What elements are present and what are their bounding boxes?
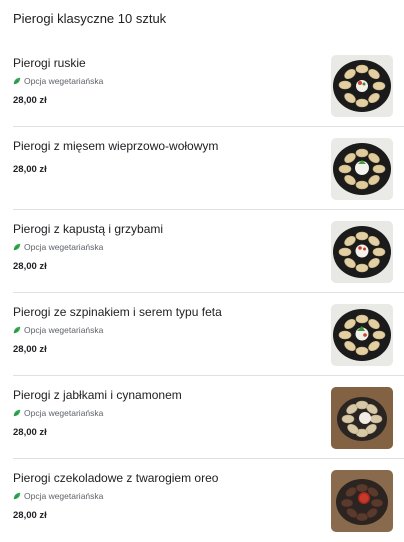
- leaf-icon: [13, 409, 21, 417]
- dumplings-plate-photo: [331, 304, 393, 366]
- vegetarian-badge: Opcja wegetariańska: [13, 325, 103, 335]
- item-name: Pierogi z jabłkami i cynamonem: [13, 388, 182, 402]
- item-name: Pierogi z kapustą i grzybami: [13, 222, 164, 236]
- vegetarian-label: Opcja wegetariańska: [24, 242, 104, 252]
- vegetarian-label: Opcja wegetariańska: [24, 408, 104, 418]
- vegetarian-label: Opcja wegetariańska: [24, 325, 104, 335]
- menu-list: Pierogi ruskie Opcja wegetariańska 28,00…: [0, 44, 404, 542]
- menu-item[interactable]: Pierogi z mięsem wieprzowo-wołowym 28,00…: [13, 127, 404, 210]
- item-price: 28,00 zł: [13, 344, 47, 355]
- menu-item[interactable]: Pierogi ruskie Opcja wegetariańska 28,00…: [13, 44, 404, 127]
- leaf-icon: [13, 77, 21, 85]
- menu-item[interactable]: Pierogi z jabłkami i cynamonem Opcja weg…: [13, 376, 404, 459]
- item-name: Pierogi czekoladowe z twarogiem oreo: [13, 471, 219, 485]
- vegetarian-badge: Opcja wegetariańska: [13, 242, 103, 252]
- leaf-icon: [13, 243, 21, 251]
- vegetarian-badge: Opcja wegetariańska: [13, 408, 103, 418]
- item-price: 28,00 zł: [13, 261, 47, 272]
- dumplings-plate-photo: [331, 221, 393, 283]
- item-price: 28,00 zł: [13, 95, 47, 106]
- item-price: 28,00 zł: [13, 164, 47, 175]
- vegetarian-badge: Opcja wegetariańska: [13, 76, 103, 86]
- section-title: Pierogi klasyczne 10 sztuk: [13, 11, 167, 26]
- dumplings-plate-photo: [331, 55, 393, 117]
- vegetarian-badge: Opcja wegetariańska: [13, 491, 103, 501]
- menu-item[interactable]: Pierogi czekoladowe z twarogiem oreo Opc…: [13, 459, 404, 542]
- leaf-icon: [13, 492, 21, 500]
- item-name: Pierogi ze szpinakiem i serem typu feta: [13, 305, 222, 319]
- menu-item[interactable]: Pierogi z kapustą i grzybami Opcja weget…: [13, 210, 404, 293]
- item-name: Pierogi z mięsem wieprzowo-wołowym: [13, 139, 219, 153]
- vegetarian-label: Opcja wegetariańska: [24, 76, 104, 86]
- vegetarian-label: Opcja wegetariańska: [24, 491, 104, 501]
- dumplings-plate-photo: [331, 138, 393, 200]
- sweet-dumplings-photo: [331, 387, 393, 449]
- chocolate-dumplings-photo: [331, 470, 393, 532]
- item-name: Pierogi ruskie: [13, 56, 86, 70]
- item-price: 28,00 zł: [13, 427, 47, 438]
- item-price: 28,00 zł: [13, 510, 47, 521]
- menu-item[interactable]: Pierogi ze szpinakiem i serem typu feta …: [13, 293, 404, 376]
- leaf-icon: [13, 326, 21, 334]
